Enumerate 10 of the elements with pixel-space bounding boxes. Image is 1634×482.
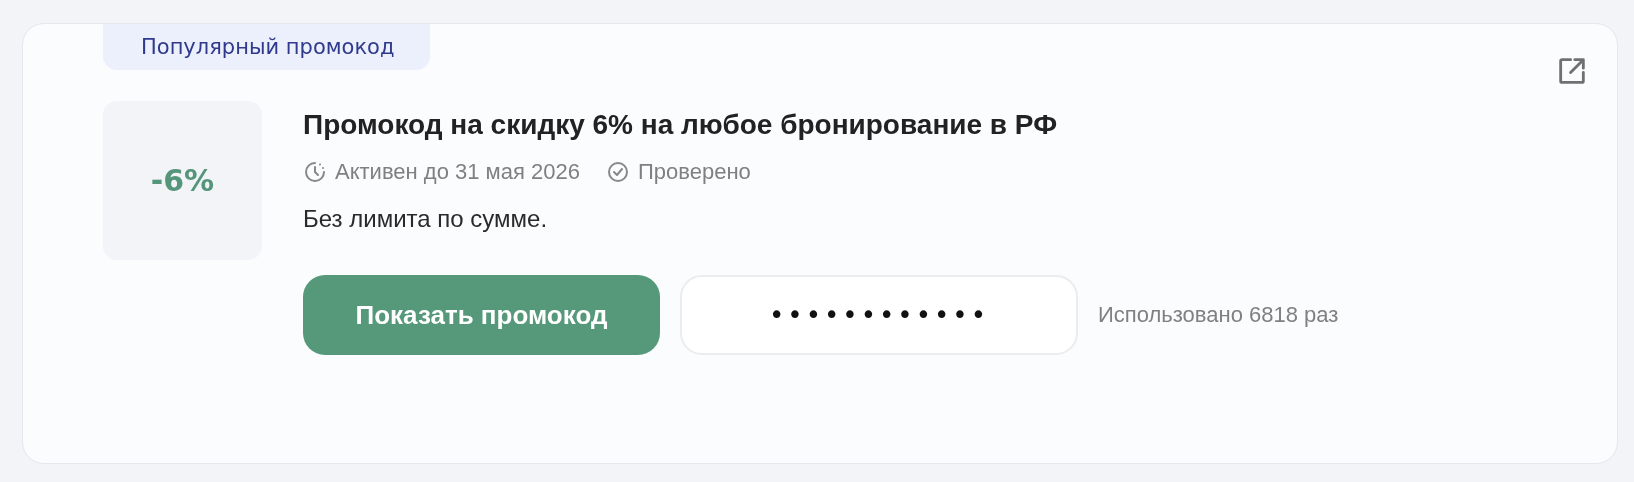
promo-description: Без лимита по сумме.: [303, 205, 549, 233]
discount-value: -6%: [150, 163, 215, 198]
promo-title: Промокод на скидку 6% на любое бронирование в РФ: [303, 109, 1059, 141]
verified-label: Проверено: [637, 159, 751, 185]
usage-count: Использовано 6818 раз: [1098, 302, 1339, 328]
active-until: Активен до 31 мая 2026: [335, 159, 580, 185]
popular-badge: Популярный промокод: [103, 24, 431, 70]
show-code-button[interactable]: Показать промокод: [303, 275, 660, 355]
code-field: ••••••••••••: [680, 275, 1078, 355]
clock-icon: [303, 160, 327, 184]
